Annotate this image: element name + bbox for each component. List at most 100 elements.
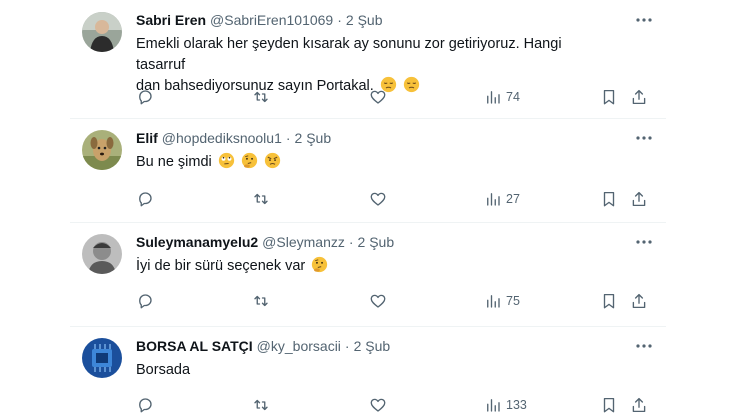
tweet-date[interactable]: 2 Şub [354, 338, 391, 354]
tweet[interactable]: Suleymanamyelu2 @Sleymanzz · 2 Şub İyi d… [70, 222, 666, 327]
bookmark-icon [603, 397, 615, 413]
angry-face-icon [264, 152, 281, 169]
tweet[interactable]: BORSA AL SATÇI @ky_borsacii · 2 Şub Bors… [70, 326, 666, 420]
share-button[interactable] [630, 396, 648, 414]
more-dots-icon[interactable] [634, 128, 654, 148]
views-count: 74 [506, 90, 520, 104]
display-name[interactable]: BORSA AL SATÇI [136, 338, 253, 354]
bookmark-button[interactable] [600, 292, 618, 310]
user-handle[interactable]: @ky_borsacii [257, 338, 341, 354]
reply-button[interactable] [136, 292, 154, 310]
thinking-face-icon [312, 256, 328, 273]
retweet-button[interactable] [252, 88, 270, 106]
display-name[interactable]: Suleymanamyelu2 [136, 234, 258, 250]
reply-icon [139, 294, 152, 309]
tweet-actions: 74 [136, 87, 654, 107]
tweet-date[interactable]: 2 Şub [358, 234, 395, 250]
tweet-text-line: Bu ne şimdi [136, 154, 212, 170]
more-dots-icon[interactable] [634, 232, 654, 252]
views-button[interactable]: 27 [484, 190, 520, 208]
retweet-button[interactable] [252, 292, 270, 310]
share-icon [632, 293, 646, 309]
bookmark-icon [603, 89, 615, 105]
separator-dot: · [285, 130, 291, 146]
user-handle[interactable]: @SabriEren101069 [210, 12, 333, 28]
reply-feed: Sabri Eren @SabriEren101069 · 2 Şub Emek… [0, 0, 730, 420]
retweet-icon [254, 193, 268, 205]
views-count: 133 [506, 398, 527, 412]
tweet-text: İyi de bir sürü seçenek var [136, 256, 654, 277]
like-button[interactable] [369, 396, 387, 414]
like-button[interactable] [369, 190, 387, 208]
tweet[interactable]: Elif @hopdediksnoolu1 · 2 Şub Bu ne şimd… [70, 118, 666, 223]
views-count: 75 [506, 294, 520, 308]
tweet-header: BORSA AL SATÇI @ky_borsacii · 2 Şub [136, 336, 654, 356]
heart-icon [370, 90, 386, 104]
tweet-text-line: Borsada [136, 362, 191, 378]
tweet-header: Sabri Eren @SabriEren101069 · 2 Şub [136, 10, 654, 30]
tweet-actions: 27 [136, 189, 654, 209]
heart-icon [370, 398, 386, 412]
views-chart-icon [487, 91, 500, 104]
views-chart-icon [487, 399, 500, 412]
views-chart-icon [487, 193, 500, 206]
user-handle[interactable]: @Sleymanzz [262, 234, 345, 250]
avatar[interactable] [82, 338, 122, 378]
user-handle[interactable]: @hopdediksnoolu1 [162, 130, 282, 146]
more-dots-icon[interactable] [634, 336, 654, 356]
retweet-icon [254, 91, 268, 103]
separator-dot: · [348, 234, 354, 250]
retweet-button[interactable] [252, 396, 270, 414]
bookmark-icon [603, 191, 615, 207]
avatar-dog-icon [82, 130, 122, 170]
like-button[interactable] [369, 292, 387, 310]
views-chart-icon [487, 295, 500, 308]
tweet[interactable]: Sabri Eren @SabriEren101069 · 2 Şub Emek… [70, 0, 666, 119]
display-name[interactable]: Sabri Eren [136, 12, 206, 28]
like-button[interactable] [369, 88, 387, 106]
bookmark-button[interactable] [600, 396, 618, 414]
views-button[interactable]: 75 [484, 292, 520, 310]
tweet-date[interactable]: 2 Şub [295, 130, 332, 146]
reply-button[interactable] [136, 88, 154, 106]
retweet-button[interactable] [252, 190, 270, 208]
avatar-photo-icon [82, 12, 122, 52]
more-dots-icon[interactable] [634, 10, 654, 30]
views-button[interactable]: 74 [484, 88, 520, 106]
thinking-face-icon [241, 152, 257, 169]
bookmark-button[interactable] [600, 88, 618, 106]
avatar-chip-icon [82, 338, 122, 378]
share-button[interactable] [630, 190, 648, 208]
reply-icon [139, 192, 152, 207]
tweet-text: Borsada [136, 360, 654, 381]
heart-icon [370, 294, 386, 308]
share-icon [632, 191, 646, 207]
separator-dot: · [344, 338, 350, 354]
tweet-text: Bu ne şimdi [136, 152, 654, 173]
bookmark-icon [603, 293, 615, 309]
avatar[interactable] [82, 130, 122, 170]
heart-icon [370, 192, 386, 206]
share-button[interactable] [630, 88, 648, 106]
views-count: 27 [506, 192, 520, 206]
display-name[interactable]: Elif [136, 130, 158, 146]
reply-button[interactable] [136, 396, 154, 414]
views-button[interactable]: 133 [484, 396, 527, 414]
avatar[interactable] [82, 234, 122, 274]
tweet-header: Elif @hopdediksnoolu1 · 2 Şub [136, 128, 654, 148]
face-with-rolling-eyes-icon [218, 152, 234, 169]
share-icon [632, 89, 646, 105]
bookmark-button[interactable] [600, 190, 618, 208]
reply-button[interactable] [136, 190, 154, 208]
share-icon [632, 397, 646, 413]
tweet-header: Suleymanamyelu2 @Sleymanzz · 2 Şub [136, 232, 654, 252]
avatar[interactable] [82, 12, 122, 52]
reply-icon [139, 90, 152, 105]
tweet-actions: 133 [136, 395, 654, 415]
share-button[interactable] [630, 292, 648, 310]
retweet-icon [254, 295, 268, 307]
avatar-photo-icon [82, 234, 122, 274]
reply-icon [139, 398, 152, 413]
tweet-text-line: İyi de bir sürü seçenek var [136, 258, 306, 274]
tweet-date[interactable]: 2 Şub [346, 12, 383, 28]
